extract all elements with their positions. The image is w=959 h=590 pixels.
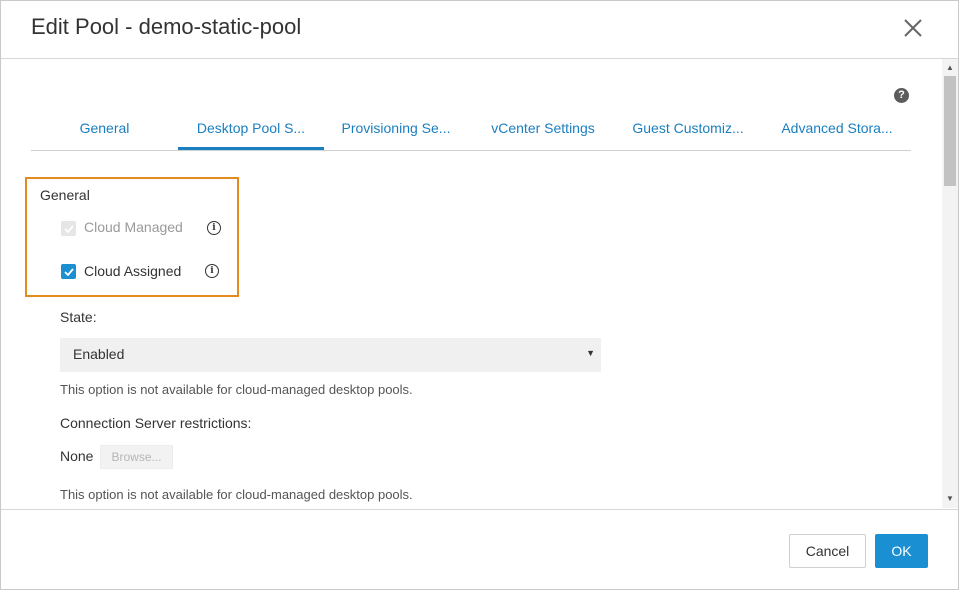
tab-bar: General Desktop Pool S... Provisioning S…	[31, 107, 911, 151]
browse-button: Browse...	[100, 445, 173, 469]
caret-down-icon: ▼	[586, 348, 595, 358]
tab-general[interactable]: General	[57, 107, 152, 149]
general-section-label: General	[40, 187, 90, 203]
checkmark-icon	[64, 268, 74, 276]
dialog-body: ? General Desktop Pool S... Provisioning…	[1, 59, 958, 508]
tab-guest-customization[interactable]: Guest Customiz...	[629, 107, 747, 149]
cloud-assigned-info-icon[interactable]: i	[205, 264, 219, 278]
dialog-header: Edit Pool - demo-static-pool	[1, 1, 958, 59]
state-label: State:	[60, 309, 97, 325]
state-select[interactable]: Enabled ▼	[60, 338, 601, 372]
state-hint: This option is not available for cloud-m…	[60, 382, 413, 397]
state-select-value: Enabled	[73, 346, 125, 362]
cloud-managed-label: Cloud Managed	[84, 219, 183, 235]
tab-desktop-pool-settings[interactable]: Desktop Pool S...	[178, 107, 324, 150]
ok-button[interactable]: OK	[875, 534, 928, 568]
tab-advanced-storage[interactable]: Advanced Stora...	[776, 107, 898, 149]
cloud-managed-checkbox	[61, 221, 76, 236]
cloud-assigned-checkbox[interactable]	[61, 264, 76, 279]
connection-server-label: Connection Server restrictions:	[60, 415, 252, 431]
help-icon[interactable]: ?	[894, 88, 909, 103]
connection-server-hint: This option is not available for cloud-m…	[60, 487, 413, 502]
edit-pool-dialog: Edit Pool - demo-static-pool ? General D…	[0, 0, 959, 590]
close-icon[interactable]	[902, 17, 924, 39]
cloud-assigned-label: Cloud Assigned	[84, 263, 182, 279]
tab-provisioning-settings[interactable]: Provisioning Se...	[336, 107, 456, 149]
cancel-button[interactable]: Cancel	[789, 534, 866, 568]
tab-vcenter-settings[interactable]: vCenter Settings	[484, 107, 602, 149]
scroll-thumb[interactable]	[944, 76, 956, 186]
dialog-title: Edit Pool - demo-static-pool	[31, 14, 302, 39]
connection-server-value: None	[60, 448, 94, 464]
cloud-managed-info-icon[interactable]: i	[207, 221, 221, 235]
checkmark-icon	[64, 225, 74, 233]
scroll-down-icon[interactable]: ▼	[942, 492, 958, 506]
scrollbar[interactable]: ▲ ▼	[942, 59, 958, 508]
dialog-footer: Cancel OK	[1, 509, 958, 590]
scroll-up-icon[interactable]: ▲	[942, 61, 958, 75]
